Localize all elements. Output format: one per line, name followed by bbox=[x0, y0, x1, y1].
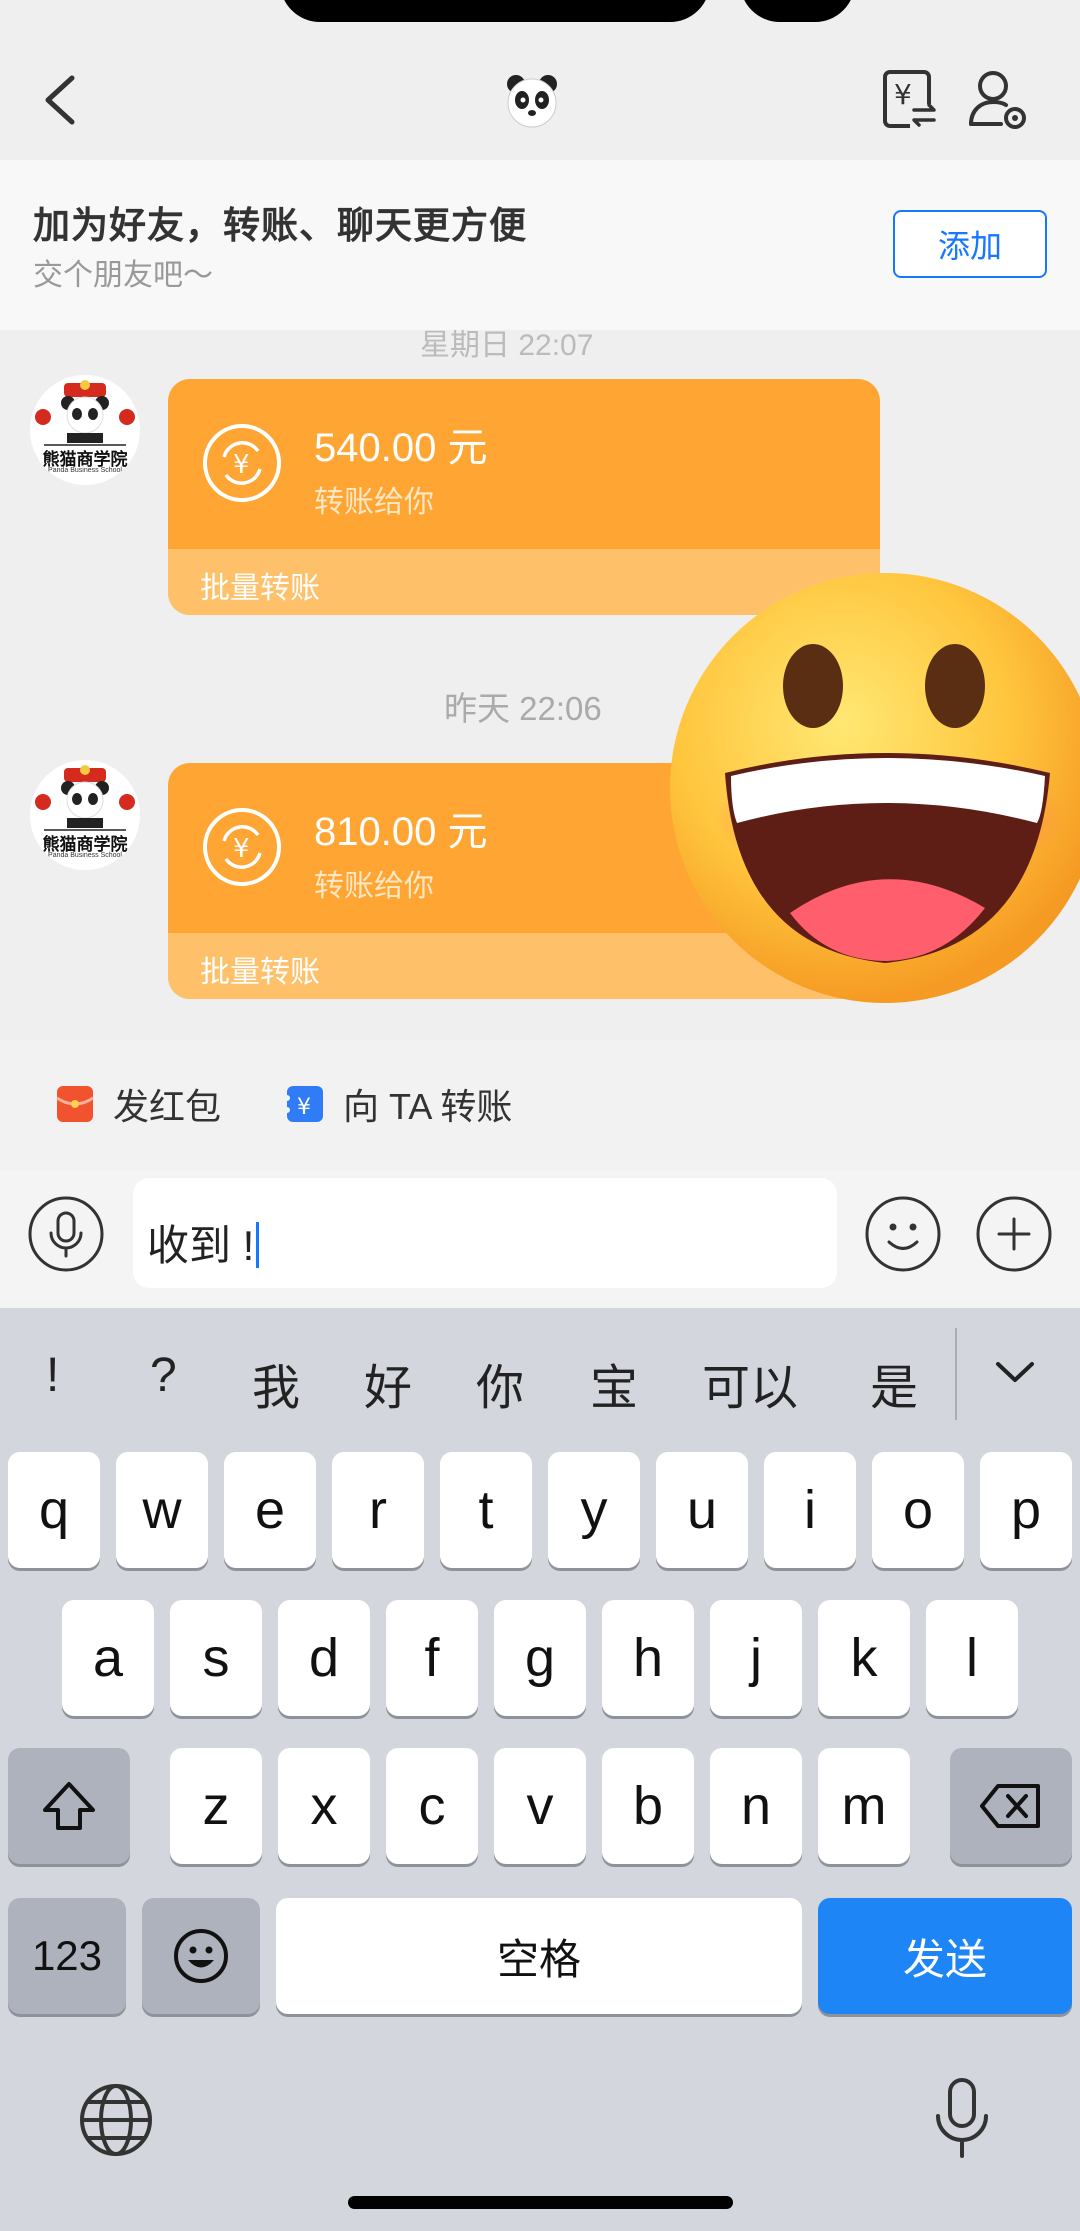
candidate-word[interactable]: 好 bbox=[364, 1348, 412, 1418]
candidate-divider bbox=[955, 1328, 957, 1420]
candidate-word[interactable]: 宝 bbox=[590, 1348, 638, 1418]
key-i[interactable]: i bbox=[764, 1452, 856, 1568]
key-k[interactable]: k bbox=[818, 1600, 910, 1716]
add-friend-button[interactable]: 添加 bbox=[893, 210, 1047, 278]
key-v[interactable]: v bbox=[494, 1748, 586, 1864]
home-indicator[interactable] bbox=[348, 2196, 733, 2209]
backspace-icon bbox=[980, 1784, 1040, 1828]
key-p[interactable]: p bbox=[980, 1452, 1072, 1568]
candidate-word[interactable]: 我 bbox=[252, 1348, 300, 1418]
emoji-key[interactable] bbox=[142, 1898, 260, 2014]
shift-icon bbox=[43, 1782, 95, 1830]
key-c[interactable]: c bbox=[386, 1748, 478, 1864]
chevron-left-icon[interactable] bbox=[36, 70, 86, 130]
transfer-note: 转账给你 bbox=[314, 486, 434, 519]
svg-text:¥: ¥ bbox=[894, 78, 912, 111]
dictation-microphone-icon[interactable] bbox=[930, 2076, 994, 2162]
key-x[interactable]: x bbox=[278, 1748, 370, 1864]
transfer-footer-label: 批量转账 bbox=[200, 956, 320, 989]
candidate-word[interactable]: 你 bbox=[476, 1348, 524, 1418]
smiley-icon[interactable] bbox=[864, 1195, 942, 1273]
globe-icon[interactable] bbox=[78, 2082, 154, 2158]
key-z[interactable]: z bbox=[170, 1748, 262, 1864]
transfer-icon: ¥ bbox=[285, 1086, 323, 1122]
chevron-down-icon[interactable] bbox=[990, 1348, 1040, 1398]
yuan-coin-icon: ¥ bbox=[203, 808, 281, 886]
add-friend-banner: 加为好友，转账、聊天更方便 交个朋友吧～ 添加 bbox=[0, 160, 1080, 330]
transfer-footer-label: 批量转账 bbox=[200, 572, 320, 605]
transfer-to-ta-label: 向 TA 转账 bbox=[343, 1086, 513, 1127]
shift-key[interactable] bbox=[8, 1748, 130, 1864]
banner-title: 加为好友，转账、聊天更方便 bbox=[33, 205, 527, 246]
message-input-value: 收到 ! bbox=[147, 1222, 255, 1269]
time-divider: 昨天 22:06 bbox=[444, 690, 602, 727]
key-t[interactable]: t bbox=[440, 1452, 532, 1568]
key-o[interactable]: o bbox=[872, 1452, 964, 1568]
quick-actions-bar: 发红包 ¥ 向 TA 转账 bbox=[0, 1040, 1080, 1170]
candidate-word[interactable]: 可以 bbox=[702, 1348, 798, 1418]
panda-icon[interactable] bbox=[502, 70, 562, 130]
message-input[interactable]: 收到 ! bbox=[133, 1178, 837, 1288]
key-g[interactable]: g bbox=[494, 1600, 586, 1716]
send-key[interactable]: 发送 bbox=[818, 1898, 1072, 2014]
key-y[interactable]: y bbox=[548, 1452, 640, 1568]
svg-text:¥: ¥ bbox=[233, 834, 250, 864]
key-b[interactable]: b bbox=[602, 1748, 694, 1864]
svg-text:¥: ¥ bbox=[297, 1095, 311, 1120]
backspace-key[interactable] bbox=[950, 1748, 1072, 1864]
candidate-bar: ! ? 我 好 你 宝 可以 是 bbox=[0, 1308, 1080, 1438]
transfer-to-ta-button[interactable]: ¥ 向 TA 转账 bbox=[285, 1078, 512, 1130]
user-settings-icon[interactable] bbox=[965, 66, 1031, 132]
yuan-coin-icon: ¥ bbox=[203, 424, 281, 502]
candidate-word[interactable]: 是 bbox=[870, 1348, 918, 1418]
chat-input-bar: 收到 ! bbox=[0, 1170, 1080, 1308]
avatar-logo-subtext: Panda Business School bbox=[48, 852, 122, 859]
microphone-icon[interactable] bbox=[27, 1195, 105, 1273]
key-l[interactable]: l bbox=[926, 1600, 1018, 1716]
nav-bar: ¥ bbox=[0, 40, 1080, 160]
transfer-amount: 540.00 元 bbox=[314, 426, 488, 470]
grinning-face-icon bbox=[670, 573, 1080, 1003]
key-u[interactable]: u bbox=[656, 1452, 748, 1568]
key-j[interactable]: j bbox=[710, 1600, 802, 1716]
key-h[interactable]: h bbox=[602, 1600, 694, 1716]
avatar-logo-subtext: Panda Business School bbox=[48, 467, 122, 474]
keyboard: ! ? 我 好 你 宝 可以 是 q w e r t y u i o p a s… bbox=[0, 1308, 1080, 2231]
key-m[interactable]: m bbox=[818, 1748, 910, 1864]
key-n[interactable]: n bbox=[710, 1748, 802, 1864]
text-caret bbox=[256, 1222, 260, 1268]
key-q[interactable]: q bbox=[8, 1452, 100, 1568]
key-d[interactable]: d bbox=[278, 1600, 370, 1716]
red-packet-button[interactable]: 发红包 bbox=[55, 1078, 221, 1130]
banner-subtitle: 交个朋友吧～ bbox=[33, 259, 213, 292]
key-s[interactable]: s bbox=[170, 1600, 262, 1716]
emoji-face-icon bbox=[174, 1929, 228, 1983]
key-w[interactable]: w bbox=[116, 1452, 208, 1568]
plus-circle-icon[interactable] bbox=[975, 1195, 1053, 1273]
dynamic-island bbox=[280, 0, 710, 22]
key-f[interactable]: f bbox=[386, 1600, 478, 1716]
yuan-transfer-icon[interactable]: ¥ bbox=[880, 66, 940, 132]
transfer-amount: 810.00 元 bbox=[314, 810, 488, 854]
red-packet-label: 发红包 bbox=[113, 1086, 222, 1127]
key-a[interactable]: a bbox=[62, 1600, 154, 1716]
sender-avatar[interactable]: 熊猫商学院 Panda Business School bbox=[30, 760, 140, 870]
red-packet-icon bbox=[56, 1086, 94, 1122]
sender-avatar[interactable]: 熊猫商学院 Panda Business School bbox=[30, 375, 140, 485]
numbers-key[interactable]: 123 bbox=[8, 1898, 126, 2014]
dynamic-island-camera bbox=[740, 0, 855, 22]
space-key[interactable]: 空格 bbox=[276, 1898, 802, 2014]
key-r[interactable]: r bbox=[332, 1452, 424, 1568]
key-e[interactable]: e bbox=[224, 1452, 316, 1568]
candidate-word[interactable]: ? bbox=[150, 1348, 177, 1403]
transfer-note: 转账给你 bbox=[314, 870, 434, 903]
svg-text:¥: ¥ bbox=[233, 450, 250, 480]
candidate-word[interactable]: ! bbox=[46, 1348, 59, 1403]
